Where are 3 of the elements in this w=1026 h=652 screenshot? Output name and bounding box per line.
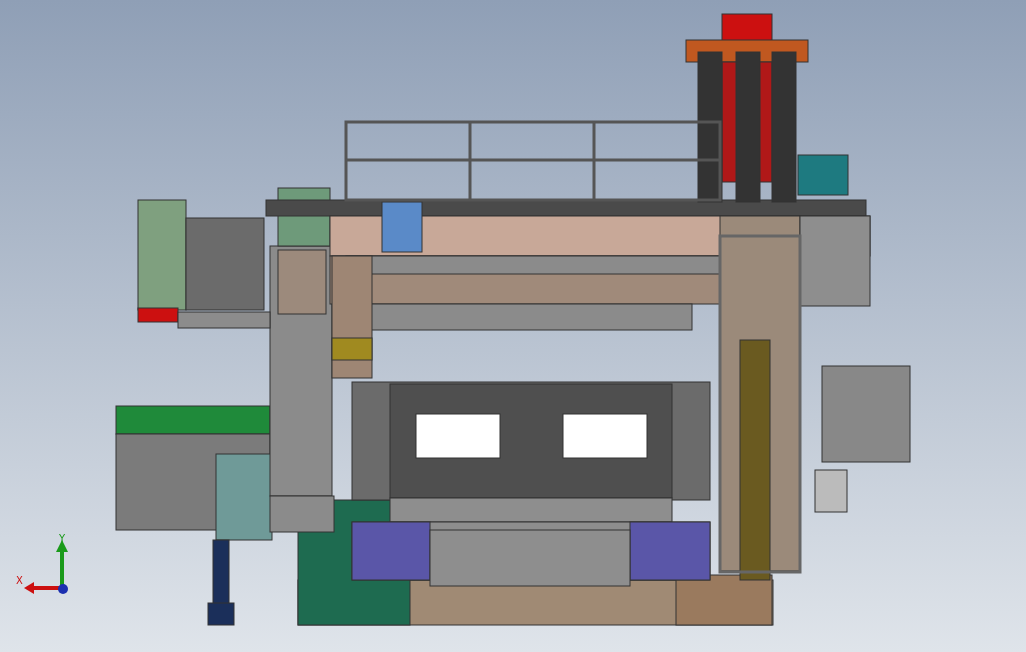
- axis-triad-icon: [24, 540, 68, 594]
- x-axis-label: X: [16, 575, 23, 586]
- y-axis-label: Y: [59, 533, 66, 544]
